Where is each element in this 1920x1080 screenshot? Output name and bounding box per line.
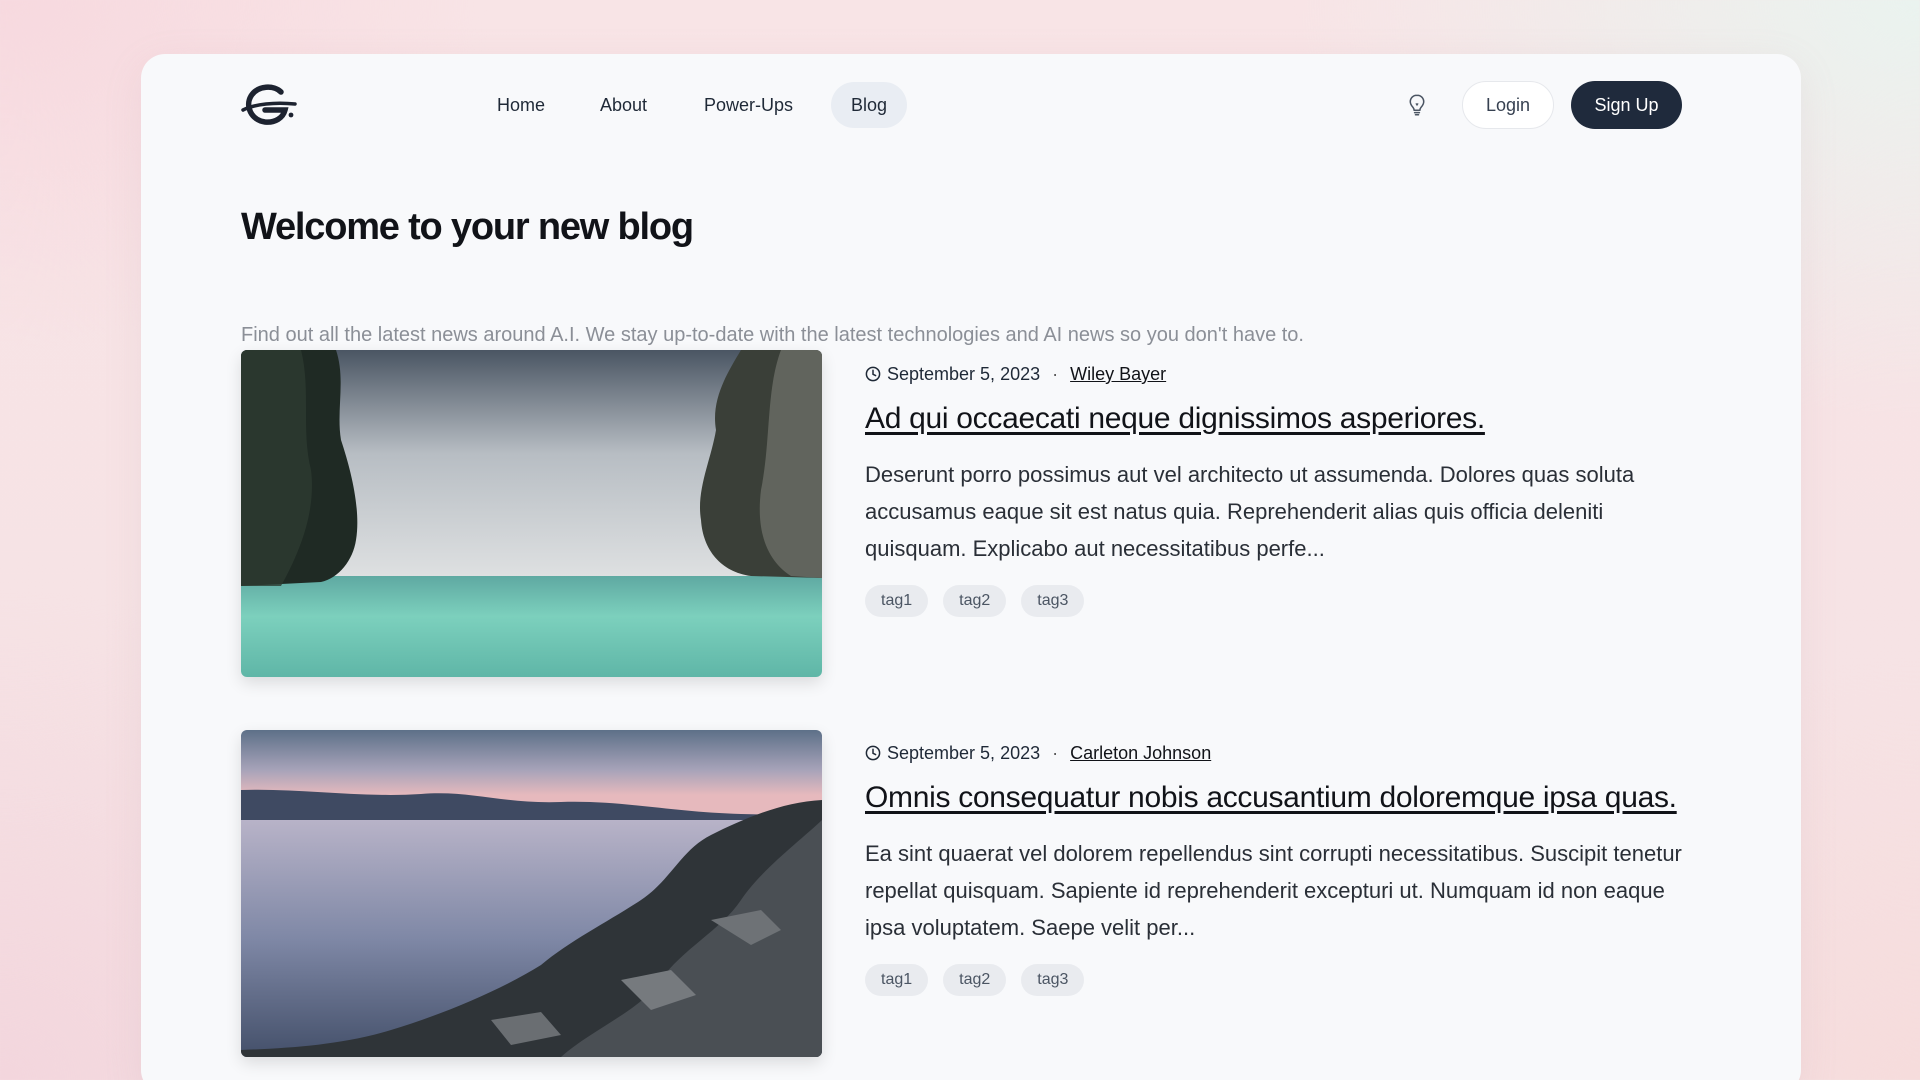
tag[interactable]: tag3 (1021, 964, 1085, 996)
logo-icon[interactable] (241, 82, 297, 130)
post-excerpt: Ea sint quaerat vel dolorem repellendus … (865, 841, 1682, 940)
lightbulb-icon[interactable] (1404, 92, 1430, 118)
post-title[interactable]: Omnis consequatur nobis accusantium dolo… (865, 777, 1685, 819)
signup-button[interactable]: Sign Up (1571, 81, 1682, 129)
page-title: Welcome to your new blog (241, 206, 694, 248)
top-navigation: Home About Power-Ups Blog Login Sign Up (141, 54, 1801, 156)
post-meta: September 5, 2023 · Carleton Johnson (865, 741, 1685, 765)
login-button[interactable]: Login (1462, 81, 1554, 129)
post-date: September 5, 2023 (887, 743, 1041, 763)
main-card: Home About Power-Ups Blog Login Sign Up … (141, 54, 1801, 1080)
post-tags: tag1 tag2 tag3 (865, 964, 1685, 996)
nav-blog[interactable]: Blog (831, 82, 908, 128)
page-subtitle: Find out all the latest news around A.I.… (241, 324, 1304, 346)
meta-separator: · (1052, 743, 1059, 763)
tag[interactable]: tag3 (1021, 585, 1085, 617)
post-date: September 5, 2023 (887, 364, 1041, 384)
post-meta: September 5, 2023 · Wiley Bayer (865, 362, 1685, 386)
tag[interactable]: tag2 (943, 964, 1007, 996)
post-author[interactable]: Wiley Bayer (1070, 362, 1166, 386)
post-body: September 5, 2023 · Carleton Johnson Omn… (865, 741, 1685, 996)
post-title[interactable]: Ad qui occaecati neque dignissimos asper… (865, 398, 1685, 440)
nav-home[interactable]: Home (477, 82, 565, 128)
post-body: September 5, 2023 · Wiley Bayer Ad qui o… (865, 362, 1685, 617)
clock-icon (865, 745, 881, 761)
post-author[interactable]: Carleton Johnson (1070, 741, 1211, 765)
clock-icon (865, 366, 881, 382)
meta-separator: · (1052, 364, 1059, 384)
tag[interactable]: tag1 (865, 964, 929, 996)
tag[interactable]: tag2 (943, 585, 1007, 617)
post-excerpt: Deserunt porro possimus aut vel architec… (865, 462, 1635, 561)
post-image[interactable] (241, 730, 822, 1057)
tag[interactable]: tag1 (865, 585, 929, 617)
post-image[interactable] (241, 350, 822, 677)
post-tags: tag1 tag2 tag3 (865, 585, 1685, 617)
nav-power-ups[interactable]: Power-Ups (684, 82, 813, 128)
nav-about[interactable]: About (580, 82, 667, 128)
